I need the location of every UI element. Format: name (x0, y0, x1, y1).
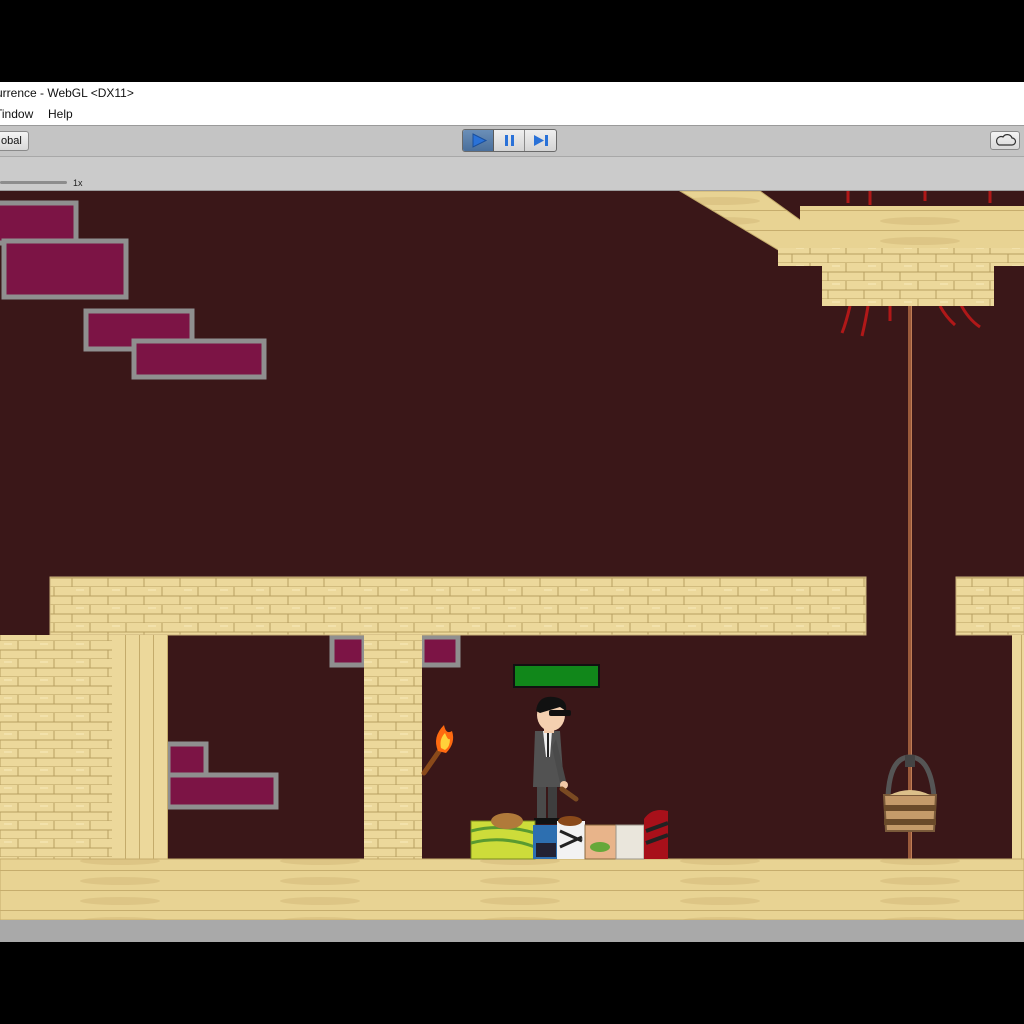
menu-help[interactable]: Help (48, 107, 73, 121)
global-button[interactable]: obal (0, 131, 29, 151)
menu-bar (0, 105, 1024, 125)
step-icon (534, 135, 548, 146)
game-scene[interactable] (0, 191, 1024, 920)
title-bar (0, 82, 1024, 105)
playback-controls (462, 129, 557, 152)
right-wall (1012, 635, 1024, 861)
floor (0, 858, 1024, 920)
scale-slider[interactable] (0, 181, 67, 184)
window-title: urrence - WebGL <DX11> (0, 86, 134, 100)
scale-label: 1x (73, 178, 83, 188)
play-icon (472, 133, 488, 148)
menu-window[interactable]: Tindow (0, 107, 33, 121)
player-health-bar (513, 664, 600, 688)
play-button[interactable] (463, 130, 494, 151)
middle-platform (49, 576, 867, 636)
pause-icon (505, 135, 514, 146)
game-view-header (0, 157, 1024, 191)
cloud-button[interactable] (990, 131, 1020, 150)
right-platform (955, 576, 1024, 636)
step-button[interactable] (525, 130, 556, 151)
brick-pillar (364, 635, 422, 861)
status-bar (0, 920, 1024, 942)
cloud-icon (995, 134, 1017, 146)
pause-button[interactable] (494, 130, 525, 151)
